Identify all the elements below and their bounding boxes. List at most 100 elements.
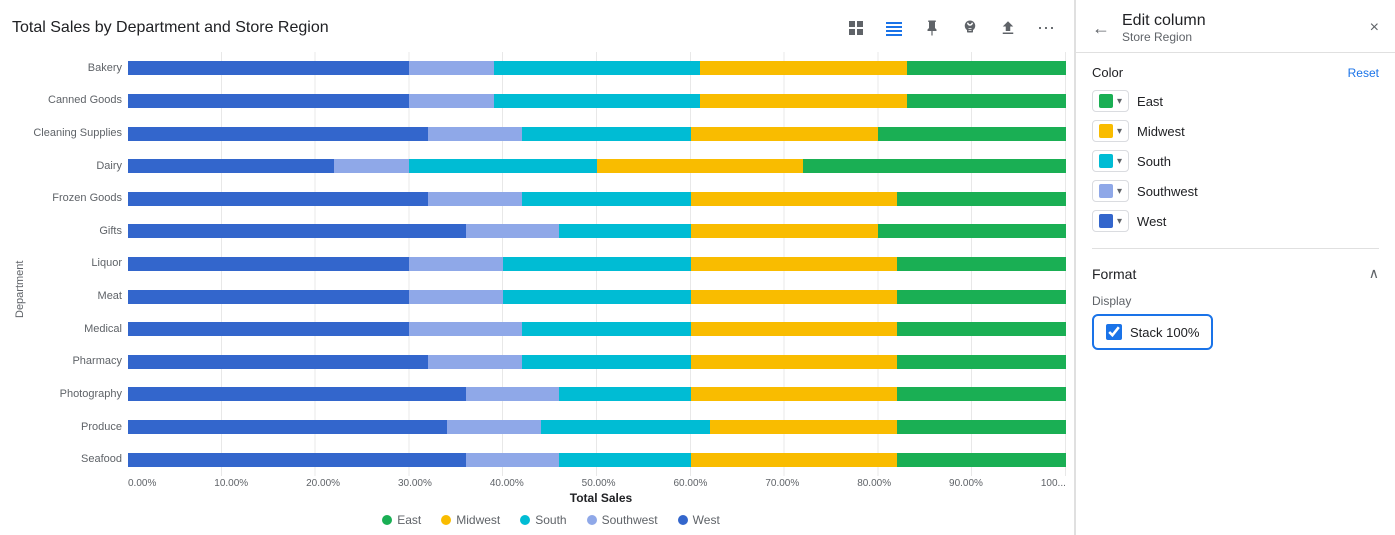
pin-btn[interactable] bbox=[916, 12, 948, 44]
color-swatch-southwest bbox=[1099, 184, 1113, 198]
insight-btn[interactable] bbox=[954, 12, 986, 44]
toolbar: ⋯ bbox=[840, 12, 1062, 44]
grid-view-btn[interactable] bbox=[878, 12, 910, 44]
format-section: Format ∧ Display Stack 100% bbox=[1092, 261, 1379, 350]
display-label: Display bbox=[1092, 294, 1379, 308]
seg-midwest bbox=[700, 61, 906, 75]
chevron-down-icon: ▾ bbox=[1117, 216, 1122, 227]
dept-label-9: Pharmacy bbox=[28, 356, 122, 367]
table-row bbox=[128, 451, 1066, 469]
table-row bbox=[128, 385, 1066, 403]
color-row-east: ▾ East bbox=[1092, 90, 1379, 112]
dept-label-4: Frozen Goods bbox=[28, 193, 122, 204]
bar-produce bbox=[128, 420, 1066, 434]
table-row bbox=[128, 255, 1066, 273]
bar-liquor bbox=[128, 257, 1066, 271]
chevron-down-icon: ▾ bbox=[1117, 156, 1122, 167]
legend: East Midwest South Southwest West bbox=[28, 513, 1074, 527]
color-row-south: ▾ South bbox=[1092, 150, 1379, 172]
format-header[interactable]: Format ∧ bbox=[1092, 261, 1379, 286]
seg-west bbox=[128, 61, 409, 75]
stack100-checkbox-row: Stack 100% bbox=[1092, 314, 1213, 350]
color-row-west: ▾ West bbox=[1092, 210, 1379, 232]
seg-east bbox=[907, 61, 1066, 75]
chevron-up-icon: ∧ bbox=[1369, 265, 1379, 282]
legend-dot-west bbox=[678, 515, 688, 525]
legend-item-midwest: Midwest bbox=[441, 513, 500, 527]
dept-label-6: Liquor bbox=[28, 258, 122, 269]
dept-label-0: Bakery bbox=[28, 63, 122, 74]
right-panel: ← Edit column Store Region × Color Reset… bbox=[1075, 0, 1395, 535]
back-button[interactable]: ← bbox=[1088, 16, 1114, 41]
x-tick-3: 30.00% bbox=[398, 478, 432, 489]
dept-label-10: Photography bbox=[28, 389, 122, 400]
color-swatch-midwest-btn[interactable]: ▾ bbox=[1092, 120, 1129, 142]
color-swatch-southwest-btn[interactable]: ▾ bbox=[1092, 180, 1129, 202]
color-swatch-south-btn[interactable]: ▾ bbox=[1092, 150, 1129, 172]
table-view-btn[interactable] bbox=[840, 12, 872, 44]
export-btn[interactable] bbox=[992, 12, 1024, 44]
color-swatch-west-btn[interactable]: ▾ bbox=[1092, 210, 1129, 232]
chevron-down-icon: ▾ bbox=[1117, 96, 1122, 107]
dept-label-11: Produce bbox=[28, 422, 122, 433]
stack100-label: Stack 100% bbox=[1130, 325, 1199, 340]
color-name-midwest: Midwest bbox=[1137, 124, 1185, 139]
seg-south bbox=[494, 61, 700, 75]
bar-seafood bbox=[128, 453, 1066, 467]
close-button[interactable]: × bbox=[1366, 15, 1383, 41]
color-swatch-east-btn[interactable]: ▾ bbox=[1092, 90, 1129, 112]
y-axis-label: Department bbox=[12, 52, 28, 527]
x-tick-10: 100... bbox=[1041, 478, 1066, 489]
bar-labels: Bakery Canned Goods Cleaning Supplies Da… bbox=[28, 52, 128, 476]
color-section-header: Color Reset bbox=[1092, 65, 1379, 80]
legend-label-east: East bbox=[397, 513, 421, 527]
table-row bbox=[128, 418, 1066, 436]
chart-area: Department Bakery Canned Goods Cleaning … bbox=[12, 52, 1074, 527]
stack100-checkbox[interactable] bbox=[1106, 324, 1122, 340]
legend-label-midwest: Midwest bbox=[456, 513, 500, 527]
dept-label-5: Gifts bbox=[28, 226, 122, 237]
x-axis: 0.00% 10.00% 20.00% 30.00% 40.00% 50.00%… bbox=[128, 478, 1074, 489]
format-title: Format bbox=[1092, 266, 1136, 282]
bar-photography bbox=[128, 387, 1066, 401]
header-row: Total Sales by Department and Store Regi… bbox=[12, 12, 1074, 44]
legend-item-south: South bbox=[520, 513, 566, 527]
bar-cleaning bbox=[128, 127, 1066, 141]
chevron-down-icon: ▾ bbox=[1117, 186, 1122, 197]
color-section-title: Color bbox=[1092, 65, 1123, 80]
bar-pharmacy bbox=[128, 355, 1066, 369]
x-tick-0: 0.00% bbox=[128, 478, 156, 489]
legend-item-west: West bbox=[678, 513, 720, 527]
dept-label-1: Canned Goods bbox=[28, 95, 122, 106]
panel-subtitle: Store Region bbox=[1122, 30, 1366, 44]
x-axis-title: Total Sales bbox=[128, 491, 1074, 505]
legend-dot-midwest bbox=[441, 515, 451, 525]
dept-label-12: Seafood bbox=[28, 454, 122, 465]
legend-dot-south bbox=[520, 515, 530, 525]
bars-container bbox=[128, 52, 1074, 476]
legend-item-southwest: Southwest bbox=[587, 513, 658, 527]
bars-and-labels: Bakery Canned Goods Cleaning Supplies Da… bbox=[28, 52, 1074, 476]
x-tick-6: 60.00% bbox=[674, 478, 708, 489]
panel-title-block: Edit column Store Region bbox=[1122, 12, 1366, 44]
panel-title: Edit column bbox=[1122, 12, 1366, 30]
bar-medical bbox=[128, 322, 1066, 336]
dept-label-3: Dairy bbox=[28, 161, 122, 172]
color-swatch-east bbox=[1099, 94, 1113, 108]
bar-gifts bbox=[128, 224, 1066, 238]
panel-body: Color Reset ▾ East ▾ Midwest bbox=[1076, 53, 1395, 535]
more-options-btn[interactable]: ⋯ bbox=[1030, 12, 1062, 44]
seg-sw bbox=[409, 61, 493, 75]
color-name-southwest: Southwest bbox=[1137, 184, 1198, 199]
x-tick-1: 10.00% bbox=[214, 478, 248, 489]
bar-bakery bbox=[128, 61, 1066, 75]
dept-label-7: Meat bbox=[28, 291, 122, 302]
chart-inner: Bakery Canned Goods Cleaning Supplies Da… bbox=[28, 52, 1074, 527]
legend-label-west: West bbox=[693, 513, 720, 527]
legend-item-east: East bbox=[382, 513, 421, 527]
reset-button[interactable]: Reset bbox=[1348, 66, 1379, 80]
table-row bbox=[128, 288, 1066, 306]
table-row bbox=[128, 320, 1066, 338]
color-row-southwest: ▾ Southwest bbox=[1092, 180, 1379, 202]
color-name-west: West bbox=[1137, 214, 1166, 229]
